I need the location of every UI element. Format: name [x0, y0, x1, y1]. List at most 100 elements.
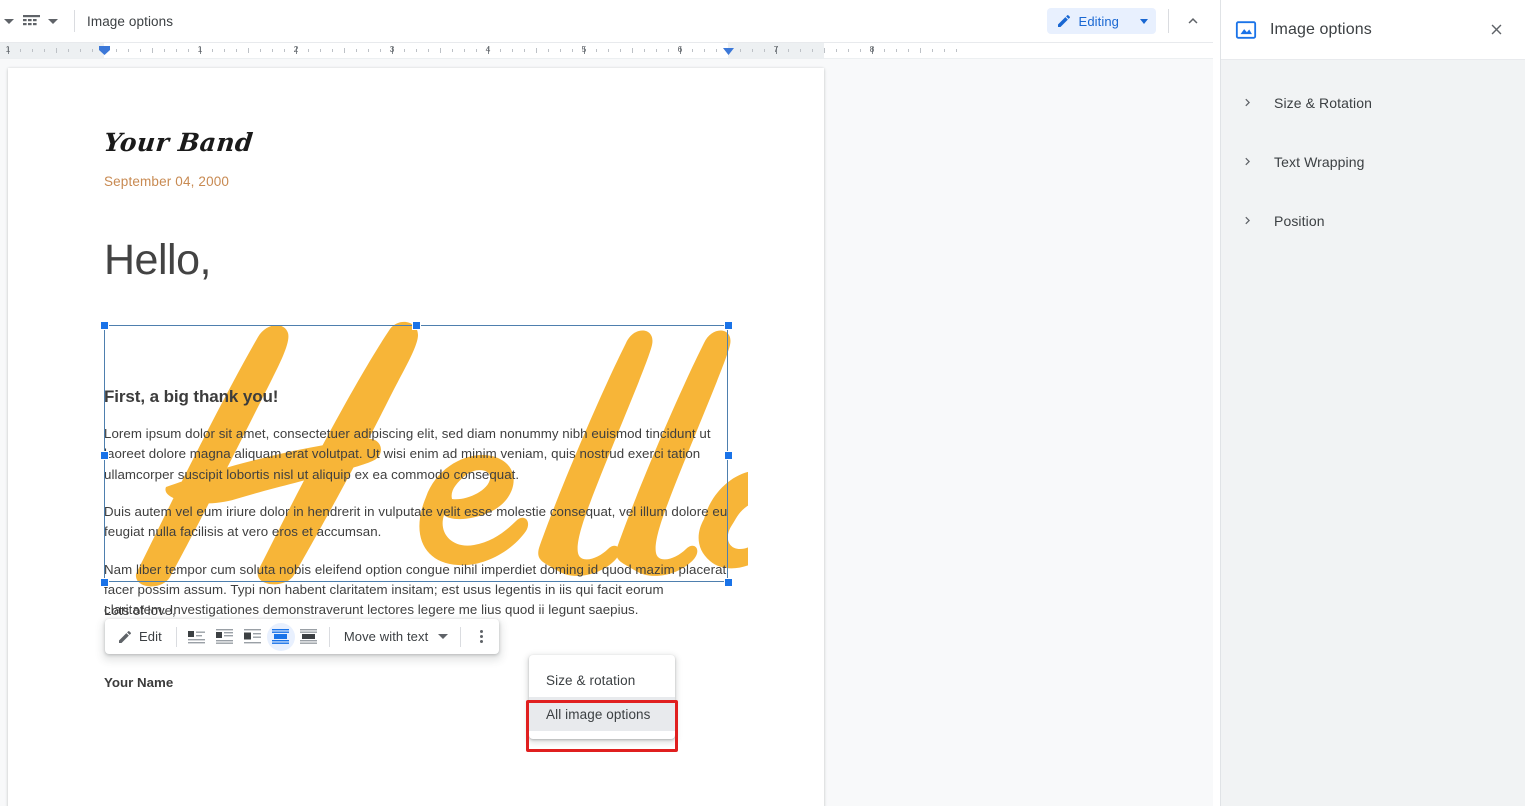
ruler-tick [248, 48, 249, 53]
ruler-tick [80, 49, 81, 52]
toolbar-caret-left[interactable] [0, 18, 18, 24]
paragraph-3: Nam liber tempor cum soluta nobis eleife… [104, 561, 727, 618]
panel-row-label-size-rotation: Size & Rotation [1274, 94, 1372, 111]
ruler-tick [44, 49, 45, 52]
image-floating-toolbar: Edit Move with text [105, 619, 500, 654]
ruler-tick [20, 49, 21, 52]
wrap-behind-button[interactable] [295, 623, 323, 651]
toolbar-divider [74, 10, 75, 32]
ruler-number: 3 [389, 44, 395, 54]
resize-handle-middle-left[interactable] [100, 451, 109, 461]
chevron-right-icon [1239, 95, 1255, 110]
ruler-tick [368, 49, 369, 52]
wrap-behind-icon [300, 629, 318, 644]
wrap-break-icon [272, 629, 290, 644]
move-mode-caret-icon [438, 634, 449, 639]
wrap-inline-button[interactable] [183, 623, 211, 651]
table-menu-button[interactable] [18, 14, 44, 28]
ruler-tick [440, 48, 441, 53]
ruler-tick [764, 49, 765, 52]
resize-handle-bottom-left[interactable] [100, 578, 109, 588]
wrap-break-button[interactable] [266, 622, 295, 651]
ruler-number: 1 [197, 44, 203, 54]
ruler-tick [272, 49, 273, 52]
ruler-tick [896, 49, 897, 52]
caret-down-icon [4, 18, 14, 24]
move-mode-dropdown[interactable]: Move with text [336, 623, 454, 651]
pencil-icon [1057, 14, 1070, 27]
chevron-right-icon-3 [1239, 213, 1255, 228]
document-page[interactable]: Your Band September 04, 2000 Hello, Firs… [8, 68, 824, 806]
resize-handle-bottom-right[interactable] [724, 578, 733, 588]
resize-handle-top-right[interactable] [724, 321, 733, 331]
ruler-tick [140, 49, 141, 52]
ruler-number: 4 [485, 44, 491, 54]
panel-header: Image options [1221, 0, 1525, 60]
ruler-tick [908, 49, 909, 52]
ruler-tick [740, 49, 741, 52]
toolbar-left-group: Image options [0, 0, 173, 42]
panel-body: Size & Rotation Text Wrapping Position [1221, 60, 1525, 806]
ruler-tick [68, 49, 69, 52]
wrap-left-icon [244, 629, 262, 644]
ruler-tick [800, 49, 801, 52]
ruler-tick [656, 49, 657, 52]
image-block[interactable]: First, a big thank you! Lorem ipsum dolo… [100, 321, 748, 617]
image-options-panel: Image options Size & Rotation Text Wrapp… [1220, 0, 1525, 806]
ruler-tick [884, 49, 885, 52]
panel-row-text-wrapping[interactable]: Text Wrapping [1221, 132, 1525, 191]
ruler-number: 5 [581, 44, 587, 54]
document-date: September 04, 2000 [104, 174, 230, 189]
ruler-left-margin [0, 43, 104, 58]
resize-handle-top-left[interactable] [100, 321, 109, 331]
ruler-tick [320, 49, 321, 52]
toolbar-caret-right[interactable] [44, 18, 62, 24]
ruler-tick [824, 48, 825, 53]
ruler-tick [236, 49, 237, 52]
panel-row-position[interactable]: Position [1221, 191, 1525, 250]
ruler-tick [128, 49, 129, 52]
ruler-tick [572, 49, 573, 52]
horizontal-ruler[interactable]: 1 1 2 3 4 5 6 7 8 [0, 43, 1213, 59]
ruler-tick [716, 49, 717, 52]
greeting-heading: Hello, [104, 236, 211, 284]
ruler-tick [92, 49, 93, 52]
ruler-tick [668, 49, 669, 52]
pencil-icon [119, 630, 132, 643]
panel-close-button[interactable] [1481, 15, 1511, 45]
paragraph-1: Lorem ipsum dolor sit amet, consectetuer… [104, 426, 711, 482]
resize-handle-middle-right[interactable] [724, 451, 733, 461]
edit-image-label: Edit [139, 629, 162, 644]
editing-mode-button[interactable]: Editing [1046, 8, 1156, 34]
close-icon [1491, 24, 1501, 35]
ruler-tick [500, 49, 501, 52]
ruler-tick [620, 49, 621, 52]
more-image-options-button[interactable] [467, 623, 495, 651]
ruler-track: 1 1 2 3 4 5 6 7 8 [0, 43, 1213, 58]
menu-item-all-image-options[interactable]: All image options [529, 697, 675, 731]
panel-row-size-rotation[interactable]: Size & Rotation [1221, 73, 1525, 132]
edit-image-button[interactable]: Edit [109, 623, 170, 651]
ruler-tick [632, 48, 633, 53]
right-indent-marker[interactable] [722, 44, 735, 56]
image-overlay-text: First, a big thank you! Lorem ipsum dolo… [104, 325, 728, 620]
top-toolbar: Image options Editing [0, 0, 1213, 43]
collapse-toolbar-button[interactable] [1179, 7, 1207, 35]
panel-row-label-text-wrapping: Text Wrapping [1274, 153, 1365, 170]
wrap-text-button[interactable] [211, 623, 239, 651]
menu-item-size-rotation[interactable]: Size & rotation [529, 663, 675, 697]
ruler-tick [260, 49, 261, 52]
more-dot-3 [479, 640, 483, 643]
ruler-tick [704, 49, 705, 52]
paragraph-2: Duis autem vel eum iriure dolor in hendr… [104, 504, 728, 540]
move-mode-label: Move with text [343, 629, 429, 644]
left-indent-marker[interactable] [98, 44, 111, 56]
ruler-tick [548, 49, 549, 52]
panel-row-label-position: Position [1274, 212, 1325, 229]
wrap-left-button[interactable] [239, 623, 267, 651]
ruler-tick [212, 49, 213, 52]
ruler-tick [836, 49, 837, 52]
chevron-up-icon [1188, 18, 1198, 24]
ruler-tick [116, 49, 117, 52]
resize-handle-top-center[interactable] [412, 321, 421, 331]
